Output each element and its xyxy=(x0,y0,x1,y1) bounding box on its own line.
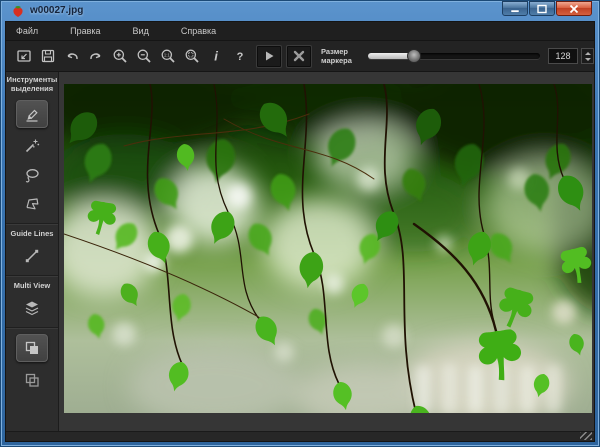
zoom-fit-button[interactable] xyxy=(180,44,204,68)
toolbar: 1:1 i ? xyxy=(6,41,594,72)
layers-tool[interactable] xyxy=(19,297,45,319)
app-surface: Файл Правка Вид Справка xyxy=(5,21,595,442)
app-strawberry-icon xyxy=(11,4,25,18)
undo-icon xyxy=(64,48,80,64)
play-icon xyxy=(261,48,277,64)
help-button[interactable]: ? xyxy=(228,44,252,68)
magic-wand-tool[interactable] xyxy=(19,135,45,157)
minimize-button[interactable] xyxy=(502,1,528,16)
sidebar-divider xyxy=(6,275,58,277)
cancel-button[interactable] xyxy=(286,45,312,68)
marker-size-spinner[interactable] xyxy=(581,48,594,64)
editor-canvas[interactable] xyxy=(59,72,594,431)
open-file-icon xyxy=(16,48,32,64)
status-strip xyxy=(6,431,594,441)
menu-file[interactable]: Файл xyxy=(16,26,38,36)
sidebar-divider xyxy=(6,223,58,225)
svg-text:i: i xyxy=(214,49,218,64)
marker-size-value[interactable]: 128 xyxy=(548,48,578,64)
zoom-actual-button[interactable]: 1:1 xyxy=(156,44,180,68)
spin-up-icon[interactable] xyxy=(585,52,591,55)
layers-icon xyxy=(23,299,41,317)
save-icon xyxy=(40,48,56,64)
polygon-lasso-icon xyxy=(23,195,41,213)
titlebar[interactable]: w00027.jpg xyxy=(5,0,595,21)
spin-down-icon[interactable] xyxy=(585,58,591,61)
app-window: w00027.jpg Файл Правка Вид Справка xyxy=(0,0,600,447)
help-icon: ? xyxy=(232,48,248,64)
lasso-icon xyxy=(23,166,41,184)
zoom-fit-icon xyxy=(184,48,200,64)
cascade-windows-outline-icon xyxy=(23,371,41,389)
zoom-actual-icon: 1:1 xyxy=(160,48,176,64)
tools-sidebar: Инструменты выделения xyxy=(6,72,59,431)
multi-view-header: Multi View xyxy=(14,281,51,290)
zoom-out-icon xyxy=(136,48,152,64)
menu-view[interactable]: Вид xyxy=(133,26,149,36)
maximize-button[interactable] xyxy=(529,1,555,16)
save-button[interactable] xyxy=(36,44,60,68)
guide-line-icon xyxy=(23,247,41,265)
undo-button[interactable] xyxy=(60,44,84,68)
redo-button[interactable] xyxy=(84,44,108,68)
menu-edit[interactable]: Правка xyxy=(70,26,100,36)
zoom-in-icon xyxy=(112,48,128,64)
polygon-lasso-tool[interactable] xyxy=(19,193,45,215)
close-icon xyxy=(568,4,580,14)
marker-size-slider[interactable] xyxy=(368,50,540,62)
slider-handle[interactable] xyxy=(407,49,421,63)
open-file-button[interactable] xyxy=(12,44,36,68)
minimize-icon xyxy=(509,4,521,13)
cascade-windows-icon xyxy=(23,339,41,357)
marker-size-label: Размер маркера xyxy=(321,47,363,65)
svg-text:?: ? xyxy=(237,51,244,63)
multi-view-single-tool[interactable] xyxy=(19,369,45,391)
magic-wand-icon xyxy=(23,137,41,155)
info-icon: i xyxy=(208,48,224,64)
guide-lines-header: Guide Lines xyxy=(11,229,54,238)
sidebar-divider xyxy=(6,327,58,329)
selection-tools-header: Инструменты выделения xyxy=(6,75,58,93)
zoom-in-button[interactable] xyxy=(108,44,132,68)
maximize-icon xyxy=(536,4,548,14)
photo-image[interactable] xyxy=(64,84,592,413)
zoom-out-button[interactable] xyxy=(132,44,156,68)
marker-size-group: Размер маркера 128 xyxy=(321,47,594,65)
menu-help[interactable]: Справка xyxy=(181,26,216,36)
resize-grip-icon[interactable] xyxy=(580,432,592,440)
apply-button[interactable] xyxy=(256,45,282,68)
redo-icon xyxy=(88,48,104,64)
guide-line-tool[interactable] xyxy=(19,245,45,267)
info-button[interactable]: i xyxy=(204,44,228,68)
svg-text:1:1: 1:1 xyxy=(164,53,170,58)
lasso-tool[interactable] xyxy=(19,164,45,186)
marker-tool-selected[interactable] xyxy=(16,100,48,128)
marker-pen-icon xyxy=(23,105,41,123)
close-button[interactable] xyxy=(556,1,592,16)
window-controls xyxy=(502,1,592,16)
multi-view-cascade-selected[interactable] xyxy=(16,334,48,362)
x-icon xyxy=(291,48,307,64)
main-body: Инструменты выделения xyxy=(6,72,594,431)
menubar: Файл Правка Вид Справка xyxy=(6,22,594,41)
window-title: w00027.jpg xyxy=(30,5,502,16)
